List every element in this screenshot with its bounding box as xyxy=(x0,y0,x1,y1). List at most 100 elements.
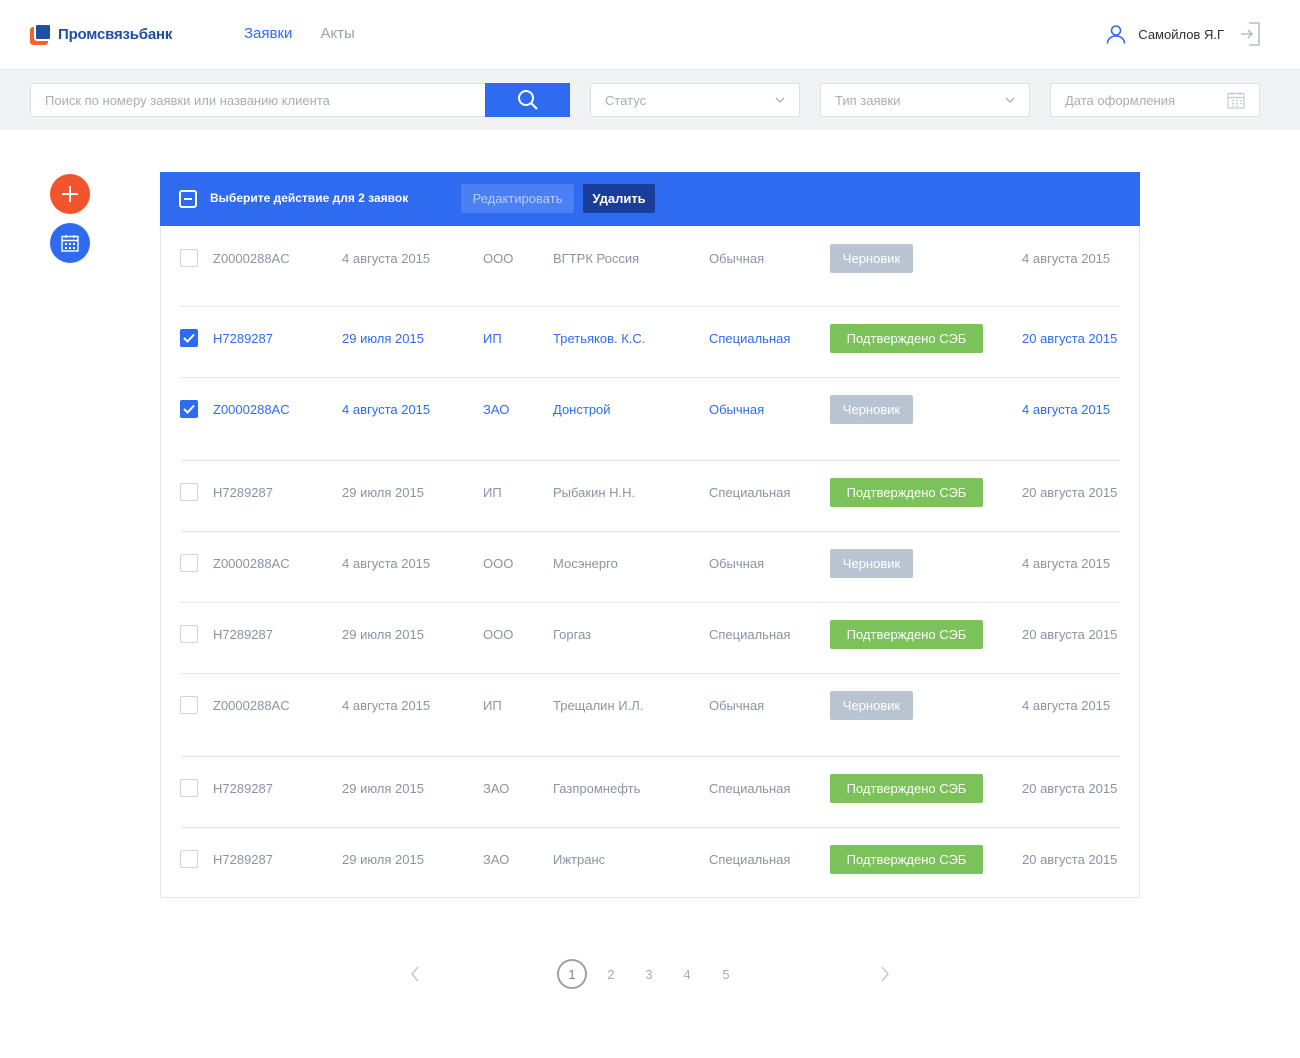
table-row[interactable]: H7289287 29 июля 2015 ЗАО Газпромнефть Специ… xyxy=(180,757,1120,828)
calendar-icon xyxy=(61,235,79,252)
legal-form: ООО xyxy=(483,251,514,266)
end-date: 20 августа 2015 xyxy=(1022,852,1118,867)
bulk-action-bar: Выберите действие для 2 заявок Редактиро… xyxy=(160,172,1140,226)
end-date: 4 августа 2015 xyxy=(1022,251,1111,266)
page-3-button[interactable]: 3 xyxy=(634,959,664,989)
request-type-select[interactable]: Тип заявки xyxy=(820,83,1030,117)
page-1-button[interactable]: 1 xyxy=(557,959,587,989)
search-icon xyxy=(517,90,538,110)
page-5-button[interactable]: 5 xyxy=(711,959,741,989)
request-id[interactable]: H7289287 xyxy=(213,781,273,796)
select-all-checkbox[interactable] xyxy=(179,190,197,208)
page-2-button[interactable]: 2 xyxy=(596,959,626,989)
row-checkbox[interactable] xyxy=(180,329,198,347)
client-name: Горгаз xyxy=(553,627,592,642)
chevron-left-icon xyxy=(410,966,419,982)
table-row[interactable]: H7289287 29 июля 2015 ЗАО Ижтранс Специальна… xyxy=(180,828,1120,899)
request-id[interactable]: Z0000288AC xyxy=(213,402,290,417)
user-block: Самойлов Я.Г xyxy=(1106,22,1260,46)
request-type: Специальная xyxy=(709,627,791,642)
pagination: 12345 xyxy=(0,956,1300,992)
row-checkbox[interactable] xyxy=(180,850,198,868)
requests-table: Выберите действие для 2 заявок Редактиро… xyxy=(160,172,1140,898)
nav-item-requests[interactable]: Заявки xyxy=(244,25,292,42)
request-id[interactable]: Z0000288AC xyxy=(213,698,290,713)
request-id[interactable]: H7289287 xyxy=(213,485,273,500)
request-date: 29 июля 2015 xyxy=(342,485,424,500)
search-input[interactable] xyxy=(31,84,486,116)
prev-page-button[interactable] xyxy=(403,962,427,986)
nav-item-acts[interactable]: Акты xyxy=(320,25,354,42)
search-button[interactable] xyxy=(485,83,570,117)
request-type: Специальная xyxy=(709,485,791,500)
page-4-button[interactable]: 4 xyxy=(672,959,702,989)
logout-icon[interactable] xyxy=(1240,22,1260,46)
status-badge: Подтверждено СЭБ xyxy=(830,478,983,507)
request-id[interactable]: Z0000288AC xyxy=(213,251,290,266)
table-row[interactable]: H7289287 29 июля 2015 ИП Рыбакин Н.Н. Специа… xyxy=(180,461,1120,532)
search-field xyxy=(30,83,486,117)
legal-form: ЗАО xyxy=(483,852,510,867)
row-checkbox[interactable] xyxy=(180,696,198,714)
table-row[interactable]: Z0000288AC 4 августа 2015 ООО Мосэнерго Обыч… xyxy=(180,532,1120,603)
request-id[interactable]: H7289287 xyxy=(213,852,273,867)
request-type: Обычная xyxy=(709,251,765,266)
bank-logo-mark xyxy=(30,23,52,45)
edit-button[interactable]: Редактировать xyxy=(461,184,574,213)
end-date: 20 августа 2015 xyxy=(1022,331,1118,346)
legal-form: ООО xyxy=(483,627,514,642)
client-name: Третьяков. К.С. xyxy=(553,331,646,346)
request-type: Обычная xyxy=(709,402,765,417)
table-row[interactable]: Z0000288AC 4 августа 2015 ИП Трещалин И.Л. О… xyxy=(180,674,1120,757)
add-request-button[interactable] xyxy=(50,174,90,214)
bank-logo-text: Промсвязьбанк xyxy=(58,25,173,43)
row-checkbox[interactable] xyxy=(180,625,198,643)
table-row[interactable]: Z0000288AC 4 августа 2015 ЗАО Донстрой Обычн… xyxy=(180,378,1120,461)
check-icon xyxy=(183,404,195,414)
check-icon xyxy=(183,333,195,343)
row-checkbox[interactable] xyxy=(180,400,198,418)
client-name: Трещалин И.Л. xyxy=(553,698,644,713)
client-name: Рыбакин Н.Н. xyxy=(553,485,636,500)
calendar-button[interactable] xyxy=(50,223,90,263)
request-id[interactable]: H7289287 xyxy=(213,331,273,346)
row-checkbox[interactable] xyxy=(180,249,198,267)
end-date: 20 августа 2015 xyxy=(1022,627,1118,642)
date-picker-label: Дата оформления xyxy=(1065,92,1176,108)
end-date: 4 августа 2015 xyxy=(1022,402,1111,417)
row-checkbox[interactable] xyxy=(180,483,198,501)
chevron-down-icon xyxy=(1005,97,1015,103)
table-row[interactable]: H7289287 29 июля 2015 ИП Третьяков. К.С. Спе… xyxy=(180,307,1120,378)
status-badge: Черновик xyxy=(830,395,913,424)
bulk-action-text: Выберите действие для 2 заявок xyxy=(210,191,409,205)
date-picker-field[interactable]: Дата оформления xyxy=(1050,83,1260,117)
plus-icon xyxy=(62,186,78,202)
legal-form: ООО xyxy=(483,556,514,571)
status-select[interactable]: Статус xyxy=(590,83,800,117)
chevron-right-icon xyxy=(881,966,890,982)
request-id[interactable]: H7289287 xyxy=(213,627,273,642)
end-date: 20 августа 2015 xyxy=(1022,781,1118,796)
filter-bar: Статус Тип заявки Дата оформления xyxy=(0,70,1300,130)
status-badge: Подтверждено СЭБ xyxy=(830,620,983,649)
request-date: 4 августа 2015 xyxy=(342,698,431,713)
request-date: 4 августа 2015 xyxy=(342,251,431,266)
row-checkbox[interactable] xyxy=(180,554,198,572)
chevron-down-icon xyxy=(775,97,785,103)
status-badge: Подтверждено СЭБ xyxy=(830,324,983,353)
table-row[interactable]: Z0000288AC 4 августа 2015 ООО ВГТРК Россия О… xyxy=(180,227,1120,307)
request-id[interactable]: Z0000288AC xyxy=(213,556,290,571)
user-icon[interactable] xyxy=(1106,24,1126,44)
request-date: 29 июля 2015 xyxy=(342,627,424,642)
end-date: 4 августа 2015 xyxy=(1022,698,1111,713)
table-row[interactable]: H7289287 29 июля 2015 ООО Горгаз Специальная… xyxy=(180,603,1120,674)
request-date: 29 июля 2015 xyxy=(342,331,424,346)
row-checkbox[interactable] xyxy=(180,779,198,797)
delete-button[interactable]: Удалить xyxy=(583,184,655,213)
bank-logo[interactable]: Промсвязьбанк xyxy=(30,23,172,45)
request-type: Специальная xyxy=(709,331,791,346)
status-select-label: Статус xyxy=(605,92,647,108)
user-name: Самойлов Я.Г xyxy=(1138,26,1224,42)
next-page-button[interactable] xyxy=(873,962,897,986)
client-name: Газпромнефть xyxy=(553,781,641,796)
